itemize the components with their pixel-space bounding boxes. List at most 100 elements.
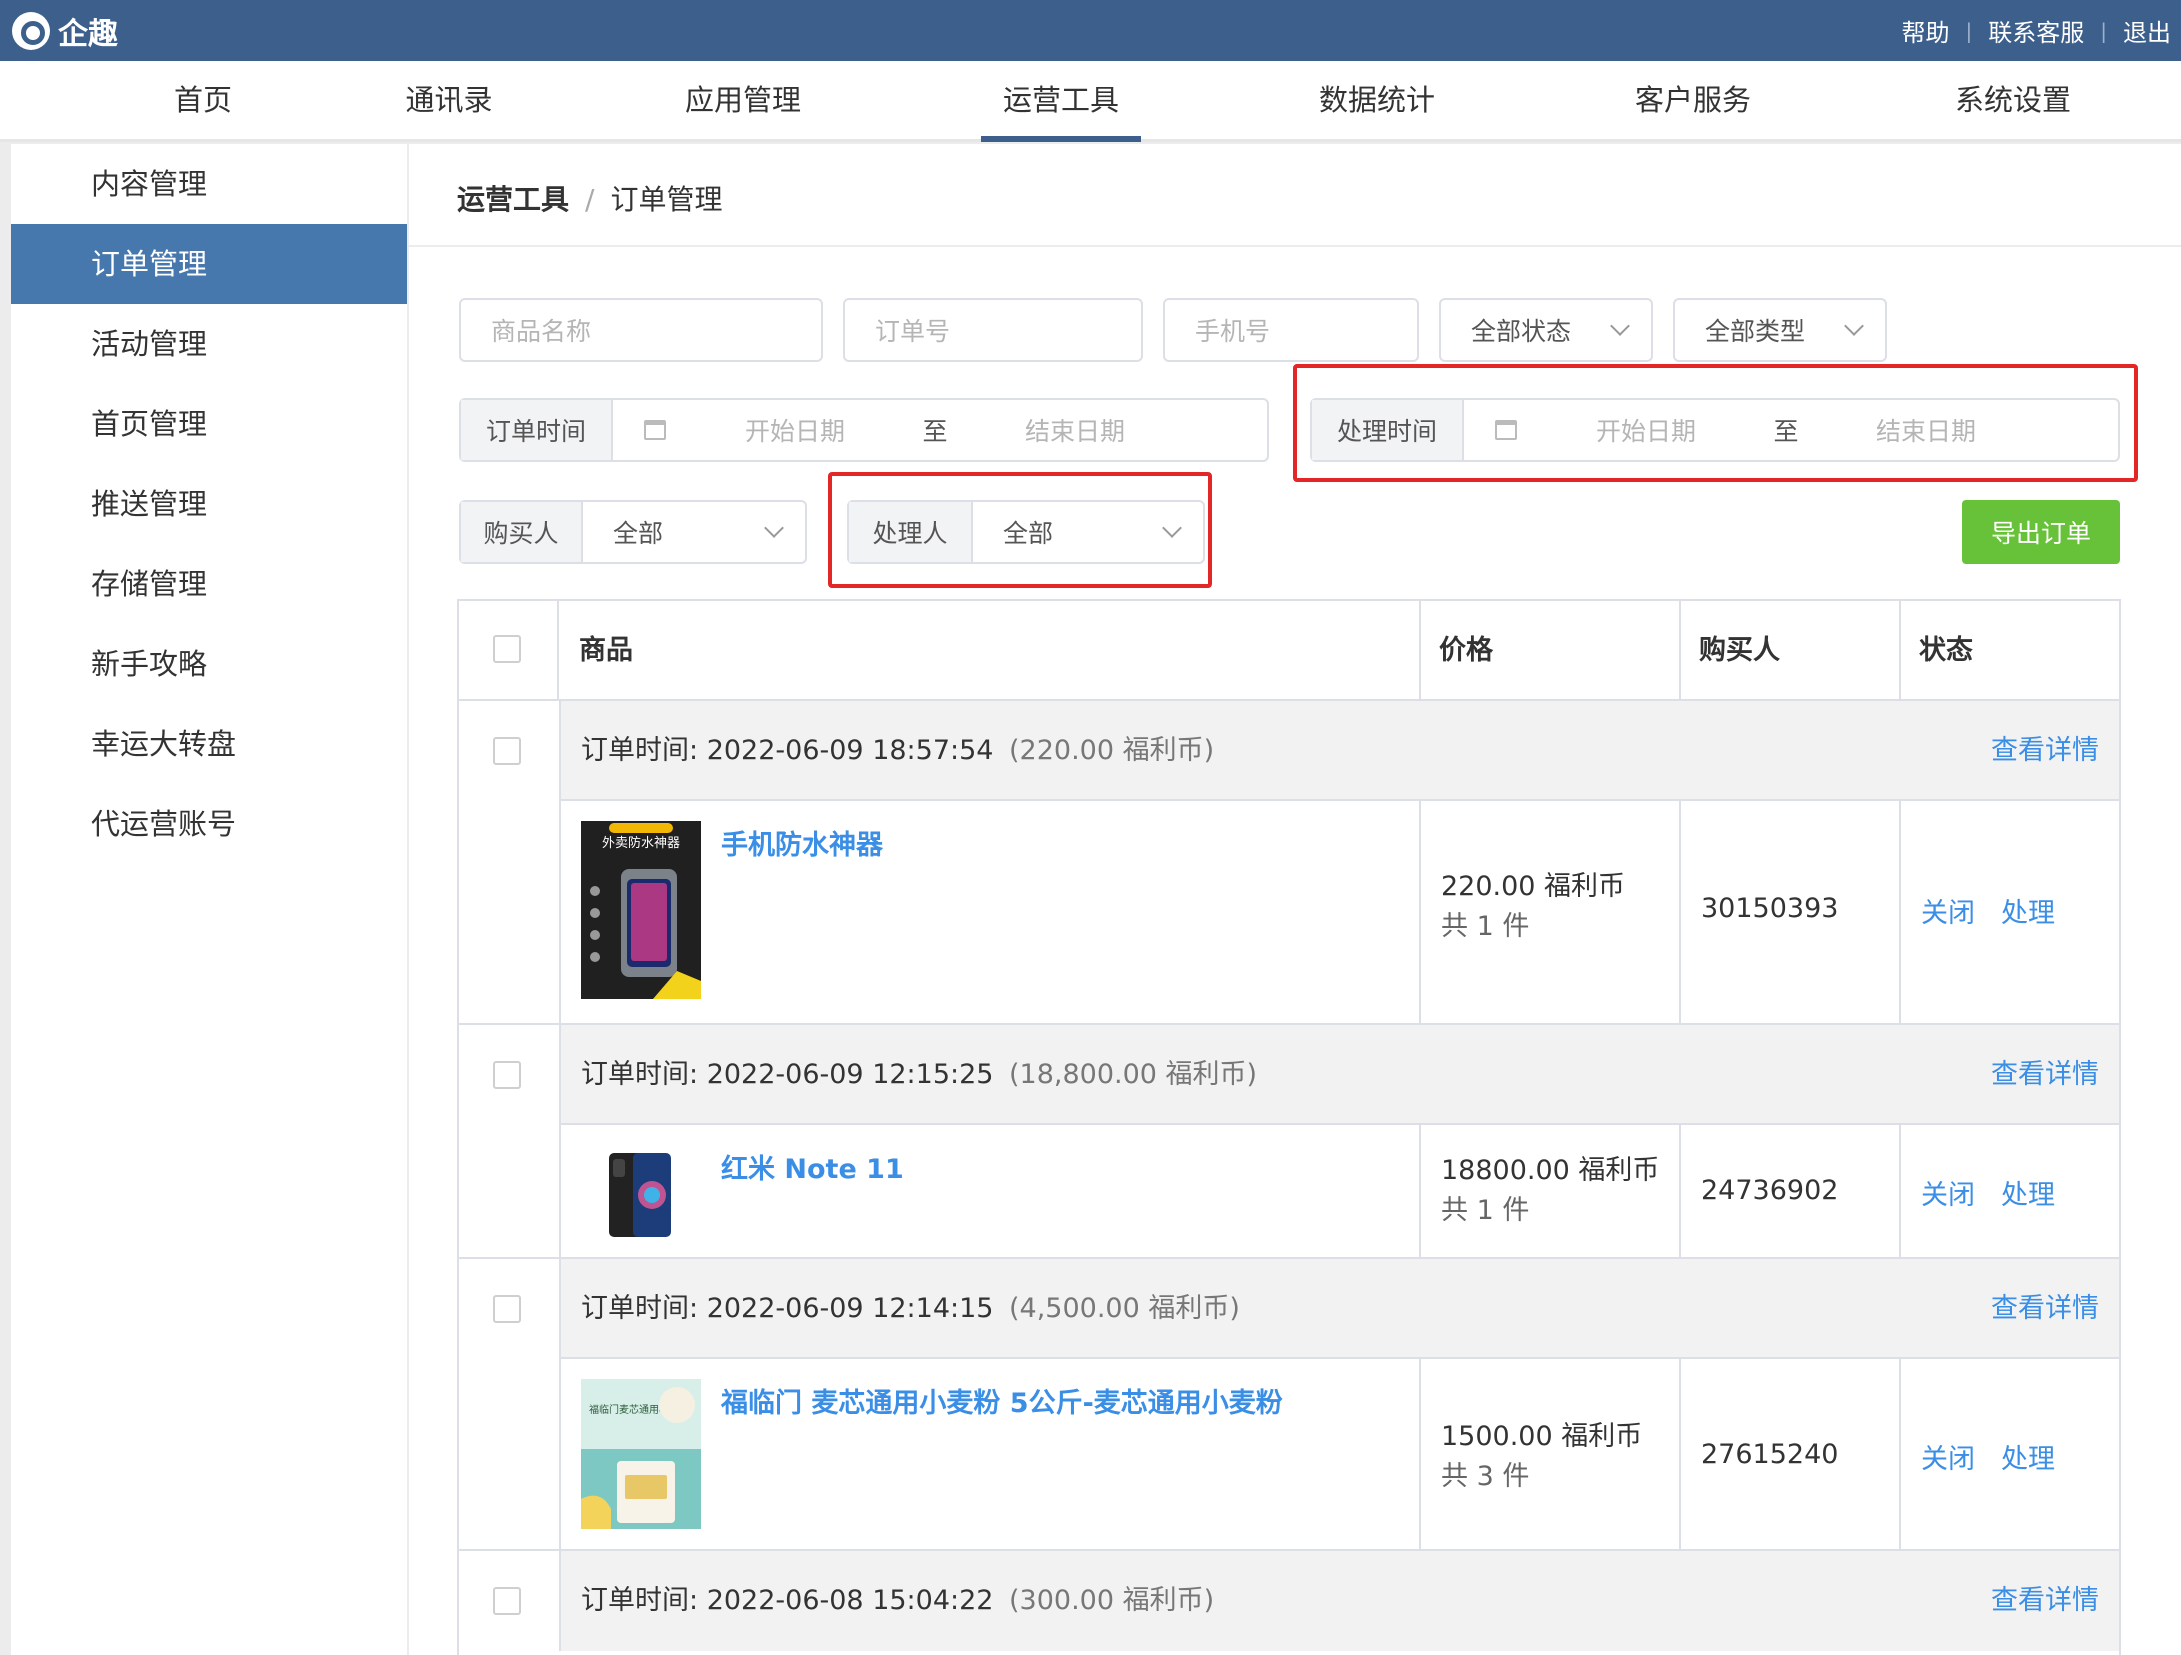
column-divider bbox=[1899, 1125, 1901, 1257]
phone-input[interactable]: 手机号 bbox=[1163, 298, 1419, 362]
buyer-id: 27615240 bbox=[1701, 1439, 1839, 1470]
order-item: 红米 Note 11 18800.00 福利币 共 1 件 24736902 关… bbox=[559, 1125, 2119, 1257]
waterproof-bag-image: 外卖防水神器 bbox=[581, 821, 701, 999]
status-select[interactable]: 全部状态 bbox=[1439, 298, 1653, 362]
highlight-handler bbox=[828, 472, 1212, 588]
order-actions: 关闭 处理 bbox=[1921, 1173, 2081, 1212]
nav-system-settings[interactable]: 系统设置 bbox=[1952, 61, 2074, 142]
sidebar-item-guide[interactable]: 新手攻略 bbox=[11, 624, 407, 704]
order-checkbox[interactable] bbox=[493, 1061, 521, 1089]
nav-statistics[interactable]: 数据统计 bbox=[1316, 61, 1438, 142]
column-divider bbox=[1899, 801, 1901, 1023]
order-checkbox[interactable] bbox=[493, 1295, 521, 1323]
nav-app-management[interactable]: 应用管理 bbox=[677, 61, 809, 142]
order-time-value: 2022-06-08 15:04:22 bbox=[706, 1585, 994, 1616]
order-actions: 关闭 处理 bbox=[1921, 891, 2081, 930]
column-divider bbox=[557, 601, 559, 699]
buyer-id: 24736902 bbox=[1701, 1175, 1839, 1206]
select-all-checkbox[interactable] bbox=[493, 635, 521, 663]
header-product: 商品 bbox=[579, 635, 633, 666]
export-orders-button[interactable]: 导出订单 bbox=[1962, 500, 2120, 564]
product-name-input[interactable]: 商品名称 bbox=[459, 298, 823, 362]
quantity: 共 1 件 bbox=[1441, 911, 1530, 942]
order-total: (300.00 福利币) bbox=[1009, 1585, 1215, 1616]
buyer-filter-select[interactable]: 全部 bbox=[583, 502, 805, 562]
nav-contacts[interactable]: 通讯录 bbox=[394, 61, 504, 142]
nav-customer-service[interactable]: 客户服务 bbox=[1632, 61, 1754, 142]
view-details-link[interactable]: 查看详情 bbox=[1991, 701, 2099, 801]
column-divider bbox=[1679, 1125, 1681, 1257]
column-divider bbox=[1899, 601, 1901, 699]
price-cell: 220.00 福利币 共 1 件 bbox=[1441, 867, 1625, 947]
product-name-link[interactable]: 红米 Note 11 bbox=[721, 1147, 904, 1186]
order-number-input[interactable]: 订单号 bbox=[843, 298, 1143, 362]
product-image: 外卖防水神器 bbox=[581, 821, 701, 999]
product-name-link[interactable]: 福临门 麦芯通用小麦粉 5公斤-麦芯通用小麦粉 bbox=[721, 1381, 1283, 1420]
sidebar-item-lucky-wheel[interactable]: 幸运大转盘 bbox=[11, 704, 407, 784]
order-time-start[interactable]: 开始日期 bbox=[675, 400, 915, 460]
thumb-title: 外卖防水神器 bbox=[602, 835, 680, 851]
order-checkbox[interactable] bbox=[493, 737, 521, 765]
price-cell: 1500.00 福利币 共 3 件 bbox=[1441, 1417, 1642, 1497]
sidebar-item-activities[interactable]: 活动管理 bbox=[11, 304, 407, 384]
header-buyer: 购买人 bbox=[1699, 635, 1780, 666]
buyer-filter-label: 购买人 bbox=[461, 502, 583, 562]
order-item: 福临门麦芯通用小麦粉 福临门 麦芯通用小麦粉 5公斤-麦芯通用小麦粉 1500.… bbox=[559, 1359, 2119, 1549]
close-order-link[interactable]: 关闭 bbox=[1921, 1444, 1975, 1475]
column-divider bbox=[1899, 1359, 1901, 1549]
process-order-link[interactable]: 处理 bbox=[2001, 898, 2055, 929]
unit-price: 220.00 福利币 bbox=[1441, 871, 1626, 902]
product-image: 福临门麦芯通用小麦粉 bbox=[581, 1379, 701, 1529]
product-name-link[interactable]: 手机防水神器 bbox=[721, 823, 883, 862]
sidebar-item-storage[interactable]: 存储管理 bbox=[11, 544, 407, 624]
phone-image bbox=[609, 1153, 671, 1237]
sidebar-item-agent-accounts[interactable]: 代运营账号 bbox=[11, 784, 407, 864]
process-order-link[interactable]: 处理 bbox=[2001, 1180, 2055, 1211]
order-time-range[interactable]: 订单时间 开始日期 至 结束日期 bbox=[459, 398, 1269, 462]
order-number-placeholder: 订单号 bbox=[875, 317, 951, 346]
process-order-link[interactable]: 处理 bbox=[2001, 1444, 2055, 1475]
sidebar-item-push[interactable]: 推送管理 bbox=[11, 464, 407, 544]
help-link[interactable]: 帮助 bbox=[1902, 13, 1950, 48]
type-select[interactable]: 全部类型 bbox=[1673, 298, 1887, 362]
app-logo[interactable]: 企趣 bbox=[12, 11, 118, 52]
view-details-link[interactable]: 查看详情 bbox=[1991, 1025, 2099, 1125]
order-row: 订单时间: 2022-06-09 18:57:54 (220.00 福利币) 查… bbox=[459, 701, 2119, 1025]
order-time-to: 至 bbox=[922, 417, 948, 446]
logo-icon bbox=[12, 12, 50, 50]
order-time-value: 2022-06-09 18:57:54 bbox=[706, 735, 994, 766]
nav-home[interactable]: 首页 bbox=[150, 61, 256, 142]
app-name: 企趣 bbox=[58, 17, 118, 52]
order-row: 订单时间: 2022-06-09 12:14:15 (4,500.00 福利币)… bbox=[459, 1259, 2119, 1551]
type-select-value: 全部类型 bbox=[1705, 317, 1806, 346]
sidebar-item-homepage[interactable]: 首页管理 bbox=[11, 384, 407, 464]
view-details-link[interactable]: 查看详情 bbox=[1991, 1551, 2099, 1651]
order-time-end[interactable]: 结束日期 bbox=[955, 400, 1195, 460]
buyer-filter[interactable]: 购买人 全部 bbox=[459, 500, 807, 564]
sidebar-item-orders[interactable]: 订单管理 bbox=[11, 224, 407, 304]
order-time: 订单时间: 2022-06-09 12:15:25 bbox=[581, 1025, 993, 1125]
chevron-down-icon bbox=[1610, 316, 1630, 336]
order-time-label: 订单时间: bbox=[581, 1059, 699, 1090]
order-time-label: 订单时间: bbox=[581, 1293, 699, 1324]
order-header: 订单时间: 2022-06-09 18:57:54 (220.00 福利币) 查… bbox=[559, 701, 2119, 801]
contact-support-link[interactable]: 联系客服 bbox=[1988, 13, 2084, 48]
nav-operation-tools[interactable]: 运营工具 bbox=[981, 61, 1141, 142]
header-price: 价格 bbox=[1439, 635, 1493, 666]
buyer-filter-value: 全部 bbox=[613, 519, 664, 548]
order-time-value: 2022-06-09 12:14:15 bbox=[706, 1293, 994, 1324]
view-details-link[interactable]: 查看详情 bbox=[1991, 1259, 2099, 1359]
sidebar-item-content[interactable]: 内容管理 bbox=[11, 144, 407, 224]
order-checkbox[interactable] bbox=[493, 1587, 521, 1615]
close-order-link[interactable]: 关闭 bbox=[1921, 898, 1975, 929]
logout-link[interactable]: 退出 bbox=[2123, 13, 2171, 48]
calendar-icon bbox=[635, 400, 675, 460]
column-divider bbox=[1679, 801, 1681, 1023]
phone-placeholder: 手机号 bbox=[1195, 317, 1271, 346]
order-time: 订单时间: 2022-06-08 15:04:22 bbox=[581, 1551, 993, 1651]
main-nav: 首页 通讯录 应用管理 运营工具 数据统计 客户服务 系统设置 bbox=[0, 61, 2181, 142]
breadcrumb-root[interactable]: 运营工具 bbox=[457, 183, 569, 216]
close-order-link[interactable]: 关闭 bbox=[1921, 1180, 1975, 1211]
header-divider bbox=[409, 245, 2181, 247]
order-time-label: 订单时间: bbox=[581, 1585, 699, 1616]
